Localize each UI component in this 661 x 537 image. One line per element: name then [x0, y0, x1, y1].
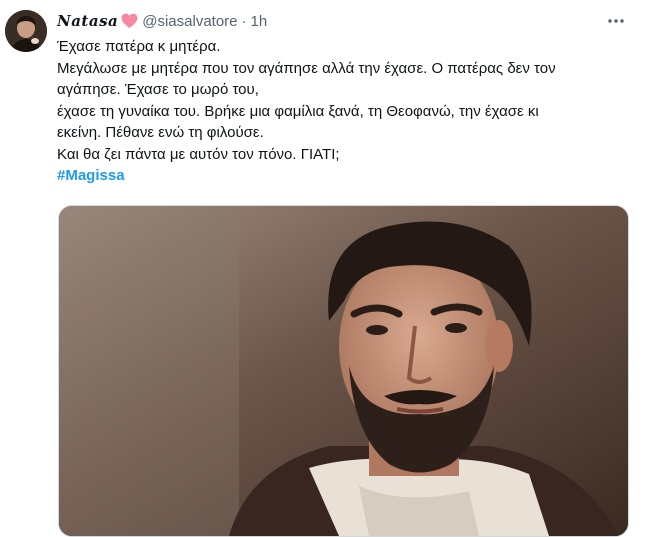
avatar[interactable]: [5, 10, 47, 52]
more-icon[interactable]: [605, 10, 627, 32]
display-name[interactable]: Natasa: [57, 12, 118, 30]
tweet-text-line: Και θα ζει πάντα με αυτόν τον πόνο. ΓΙΑΤ…: [57, 145, 340, 163]
tweet-text-line: Έχασε πατέρα κ μητέρα.: [57, 38, 221, 55]
user-handle[interactable]: @siasalvatore: [142, 13, 237, 30]
separator-dot: ·: [241, 12, 247, 30]
avatar-photo: [5, 10, 47, 52]
man-portrait-image: [59, 206, 628, 536]
tweet-text-line: έχασε τη γυναίκα του. Βρήκε μια φαμίλια …: [57, 102, 539, 120]
tweet-text-line: Μεγάλωσε με μητέρα που τον αγάπησε αλλά …: [57, 59, 556, 77]
tweet-media-photo[interactable]: [58, 205, 629, 537]
tweet-text-line: εκείνη. Πέθανε ενώ τη φιλούσε.: [57, 124, 264, 141]
tweet-header: Natasa @siasalvatore · 1h: [57, 10, 267, 32]
tweet-text: Έχασε πατέρα κ μητέρα. Μεγάλωσε με μητέρ…: [57, 36, 627, 187]
pink-heart-icon: [121, 13, 138, 29]
hashtag-link[interactable]: #Magissa: [57, 165, 627, 187]
timestamp[interactable]: 1h: [251, 13, 268, 30]
tweet-text-line: αγάπησε. Έχασε το μωρό του,: [57, 81, 259, 98]
